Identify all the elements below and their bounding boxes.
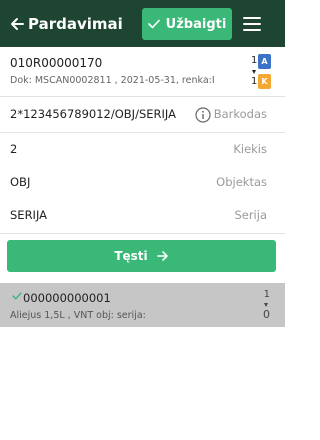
back-button[interactable]: Pardavimai [10,15,123,33]
item-code: 000000000001 [23,291,111,305]
finish-button[interactable]: Užbaigti [142,8,232,40]
series-label: Serija [234,208,267,222]
list-item[interactable]: 000000000001 Aliejus 1,5L , VNT obj: ser… [0,283,285,327]
item-description: Aliejus 1,5L , VNT obj: serija: [10,310,146,321]
item-count-top: 1 [263,289,270,300]
object-field[interactable]: OBJ Objektas [0,166,285,201]
barcode-field[interactable]: 2*123456789012/OBJ/SERIJA Barkodas [0,98,285,133]
continue-button[interactable]: Tęsti [7,240,276,272]
item-counts: 1 0 [260,288,270,324]
document-counts: 1 1 A K [251,53,273,93]
badge-k: K [258,74,271,89]
object-label: Objektas [216,175,267,189]
arrow-right-icon [156,251,168,261]
hamburger-menu-icon[interactable] [243,17,261,31]
app-header: Pardavimai Užbaigti [0,0,285,47]
document-code: 010R00000170 [10,56,103,70]
quantity-field[interactable]: 2 Kiekis [0,133,285,168]
info-icon[interactable] [195,107,211,123]
barcode-value: 2*123456789012/OBJ/SERIJA [10,107,176,121]
count-arrow-icon [264,303,268,307]
finish-button-label: Užbaigti [165,16,227,32]
continue-button-label: Tęsti [114,249,148,263]
series-value: SERIJA [10,208,48,222]
barcode-label: Barkodas [213,107,267,121]
badge-a: A [258,54,271,69]
count-bottom: 1 [251,76,258,87]
count-arrow-icon [252,70,256,74]
series-field[interactable]: SERIJA Serija [0,199,285,234]
object-value: OBJ [10,175,31,189]
document-info: Dok: MSCAN0002811 , 2021-05-31, renka:I [10,75,215,86]
arrow-left-icon [11,17,24,30]
quantity-value: 2 [10,142,18,156]
check-icon [147,19,160,29]
page-title: Pardavimai [28,14,123,33]
document-card[interactable]: 010R00000170 Dok: MSCAN0002811 , 2021-05… [0,47,285,97]
check-icon [12,292,22,300]
count-top: 1 [251,55,258,66]
item-count-bottom: 0 [263,308,270,321]
quantity-label: Kiekis [233,142,267,156]
